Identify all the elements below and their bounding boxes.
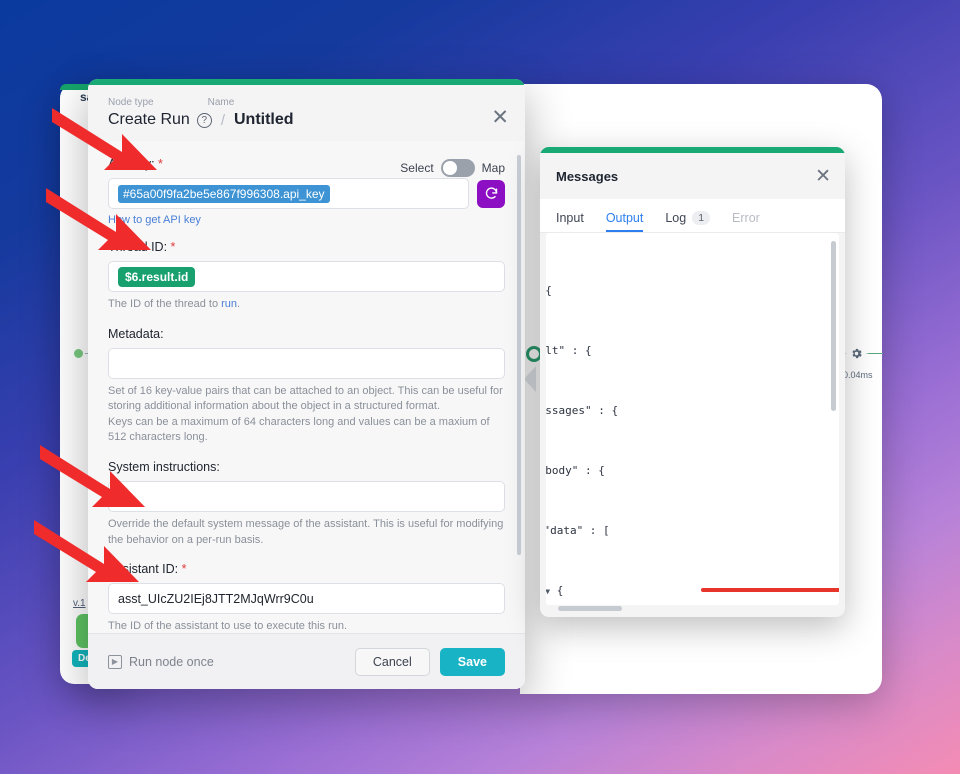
messages-tabs: Input Output Log 1 Error bbox=[540, 199, 845, 233]
required-asterisk: * bbox=[181, 562, 187, 577]
json-line: ▼ "data" : [ bbox=[546, 524, 610, 537]
node-timing-label: 0.04ms bbox=[843, 370, 873, 380]
name-caption: Name bbox=[207, 97, 235, 108]
assistant-id-input[interactable]: asst_UIcZU2IEj8JTT2MJqWrr9C0u bbox=[108, 583, 505, 615]
json-horizontal-scrollbar[interactable] bbox=[558, 606, 622, 611]
cancel-button[interactable]: Cancel bbox=[354, 647, 430, 676]
field-thread-id: Thread ID: * $6.result.id The ID of the … bbox=[108, 240, 505, 313]
json-line: "body" : { bbox=[546, 464, 605, 477]
modal-body: API key: * Select Map #65a00f9fa2be5e867… bbox=[88, 141, 525, 633]
connector-dot-left[interactable] bbox=[72, 347, 85, 360]
messages-title: Messages bbox=[556, 168, 619, 184]
required-asterisk: * bbox=[158, 157, 163, 171]
thread-id-token: $6.result.id bbox=[118, 266, 196, 287]
tab-input[interactable]: Input bbox=[556, 211, 584, 232]
json-output-viewer[interactable]: : { sult" : { messages" : { "body" : { ▼… bbox=[546, 233, 839, 605]
node-name[interactable]: Untitled bbox=[234, 111, 294, 129]
modal-scrollbar[interactable] bbox=[517, 155, 521, 555]
messages-panel: Messages ✕ Input Output Log 1 Error : { … bbox=[540, 147, 845, 617]
tab-log-badge: 1 bbox=[692, 211, 711, 225]
node-timing-widget[interactable]: 0.04ms bbox=[833, 340, 883, 380]
json-line: messages" : { bbox=[546, 404, 619, 417]
field-metadata: Metadata: Set of 16 key-value pairs that… bbox=[108, 327, 505, 446]
run-node-once-label: Run node once bbox=[129, 654, 214, 669]
tab-input-label: Input bbox=[556, 211, 584, 225]
json-line: : { bbox=[546, 281, 839, 301]
tab-output-label: Output bbox=[605, 211, 644, 225]
page-title: Create Run bbox=[108, 111, 190, 128]
tab-log-label: Log bbox=[665, 211, 687, 225]
api-key-select-map-toggle[interactable] bbox=[440, 158, 475, 177]
messages-header: Messages ✕ bbox=[540, 153, 845, 199]
api-key-label-text: API key: bbox=[108, 157, 155, 171]
gear-icon[interactable] bbox=[843, 340, 869, 366]
node-type-caption: Node type bbox=[108, 97, 154, 108]
system-instructions-label: System instructions: bbox=[108, 460, 220, 475]
tab-error-label: Error bbox=[732, 211, 760, 225]
metadata-input[interactable] bbox=[108, 347, 505, 379]
json-vertical-scrollbar[interactable] bbox=[831, 241, 836, 411]
assistant-id-label: Assistant ID: * bbox=[108, 562, 505, 576]
metadata-label: Metadata: bbox=[108, 326, 164, 341]
annotation-underline bbox=[701, 588, 839, 592]
modal-footer: ▶ Run node once Cancel Save bbox=[88, 633, 525, 689]
api-key-help-link-row: How to get API key bbox=[108, 214, 505, 226]
metadata-helper: Set of 16 key-value pairs that can be at… bbox=[108, 384, 503, 444]
tab-log[interactable]: Log 1 bbox=[665, 211, 711, 232]
thread-id-input[interactable]: $6.result.id bbox=[108, 261, 505, 292]
api-key-token: #65a00f9fa2be5e867f996308.api_key bbox=[118, 184, 330, 203]
json-line: sult" : { bbox=[546, 344, 592, 357]
save-button[interactable]: Save bbox=[439, 647, 505, 676]
field-assistant-id: Assistant ID: * asst_UIcZU2IEj8JTT2MJqWr… bbox=[108, 562, 505, 633]
footer-actions: Cancel Save bbox=[354, 647, 505, 676]
api-key-toggle-right-label: Map bbox=[481, 160, 505, 175]
refresh-icon[interactable] bbox=[477, 179, 505, 208]
node-version-label[interactable]: v.1 bbox=[73, 598, 86, 609]
modal-header: Node type Name Create Run ? / Untitled ✕ bbox=[88, 85, 525, 141]
close-icon[interactable]: ✕ bbox=[491, 107, 509, 128]
how-to-get-api-key-link[interactable]: How to get API key bbox=[108, 214, 201, 226]
close-icon[interactable]: ✕ bbox=[815, 167, 831, 186]
assistant-id-label-text: Assistant ID: bbox=[108, 562, 179, 577]
tab-output[interactable]: Output bbox=[605, 211, 644, 232]
api-key-label: API key: * bbox=[108, 157, 163, 171]
api-key-select-map-toggle-group: Select Map bbox=[400, 158, 505, 177]
thread-id-helper: The ID of the thread to run. bbox=[108, 297, 505, 313]
system-instructions-helper: Override the default system message of t… bbox=[108, 518, 504, 546]
tab-error[interactable]: Error bbox=[732, 211, 760, 232]
assistant-id-helper: The ID of the assistant to use to execut… bbox=[108, 620, 348, 633]
field-api-key: API key: * Select Map #65a00f9fa2be5e867… bbox=[108, 157, 505, 226]
api-key-toggle-left-label: Select bbox=[400, 160, 434, 175]
help-icon[interactable]: ? bbox=[196, 112, 212, 128]
thread-id-helper-link[interactable]: run bbox=[221, 298, 237, 310]
api-key-input[interactable]: #65a00f9fa2be5e867f996308.api_key bbox=[108, 178, 469, 209]
thread-id-label-text: Thread ID: bbox=[108, 240, 168, 254]
thread-id-helper-prefix: The ID of the thread to bbox=[108, 298, 222, 310]
json-content: : { sult" : { messages" : { "body" : { ▼… bbox=[546, 233, 839, 605]
create-run-modal: Node type Name Create Run ? / Untitled ✕… bbox=[88, 79, 525, 689]
field-system-instructions: System instructions: Override the defaul… bbox=[108, 460, 505, 548]
toggle-knob bbox=[442, 160, 457, 175]
connector-caret bbox=[524, 366, 536, 392]
title-separator: / bbox=[220, 111, 225, 129]
assistant-id-value: asst_UIcZU2IEj8JTT2MJqWrr9C0u bbox=[118, 591, 314, 606]
required-asterisk: * bbox=[170, 240, 176, 254]
thread-id-label: Thread ID: * bbox=[108, 240, 505, 254]
thread-id-helper-suffix: . bbox=[237, 298, 241, 310]
run-node-once-button[interactable]: ▶ Run node once bbox=[108, 654, 214, 669]
system-instructions-input[interactable] bbox=[108, 481, 505, 513]
play-icon: ▶ bbox=[108, 654, 122, 669]
